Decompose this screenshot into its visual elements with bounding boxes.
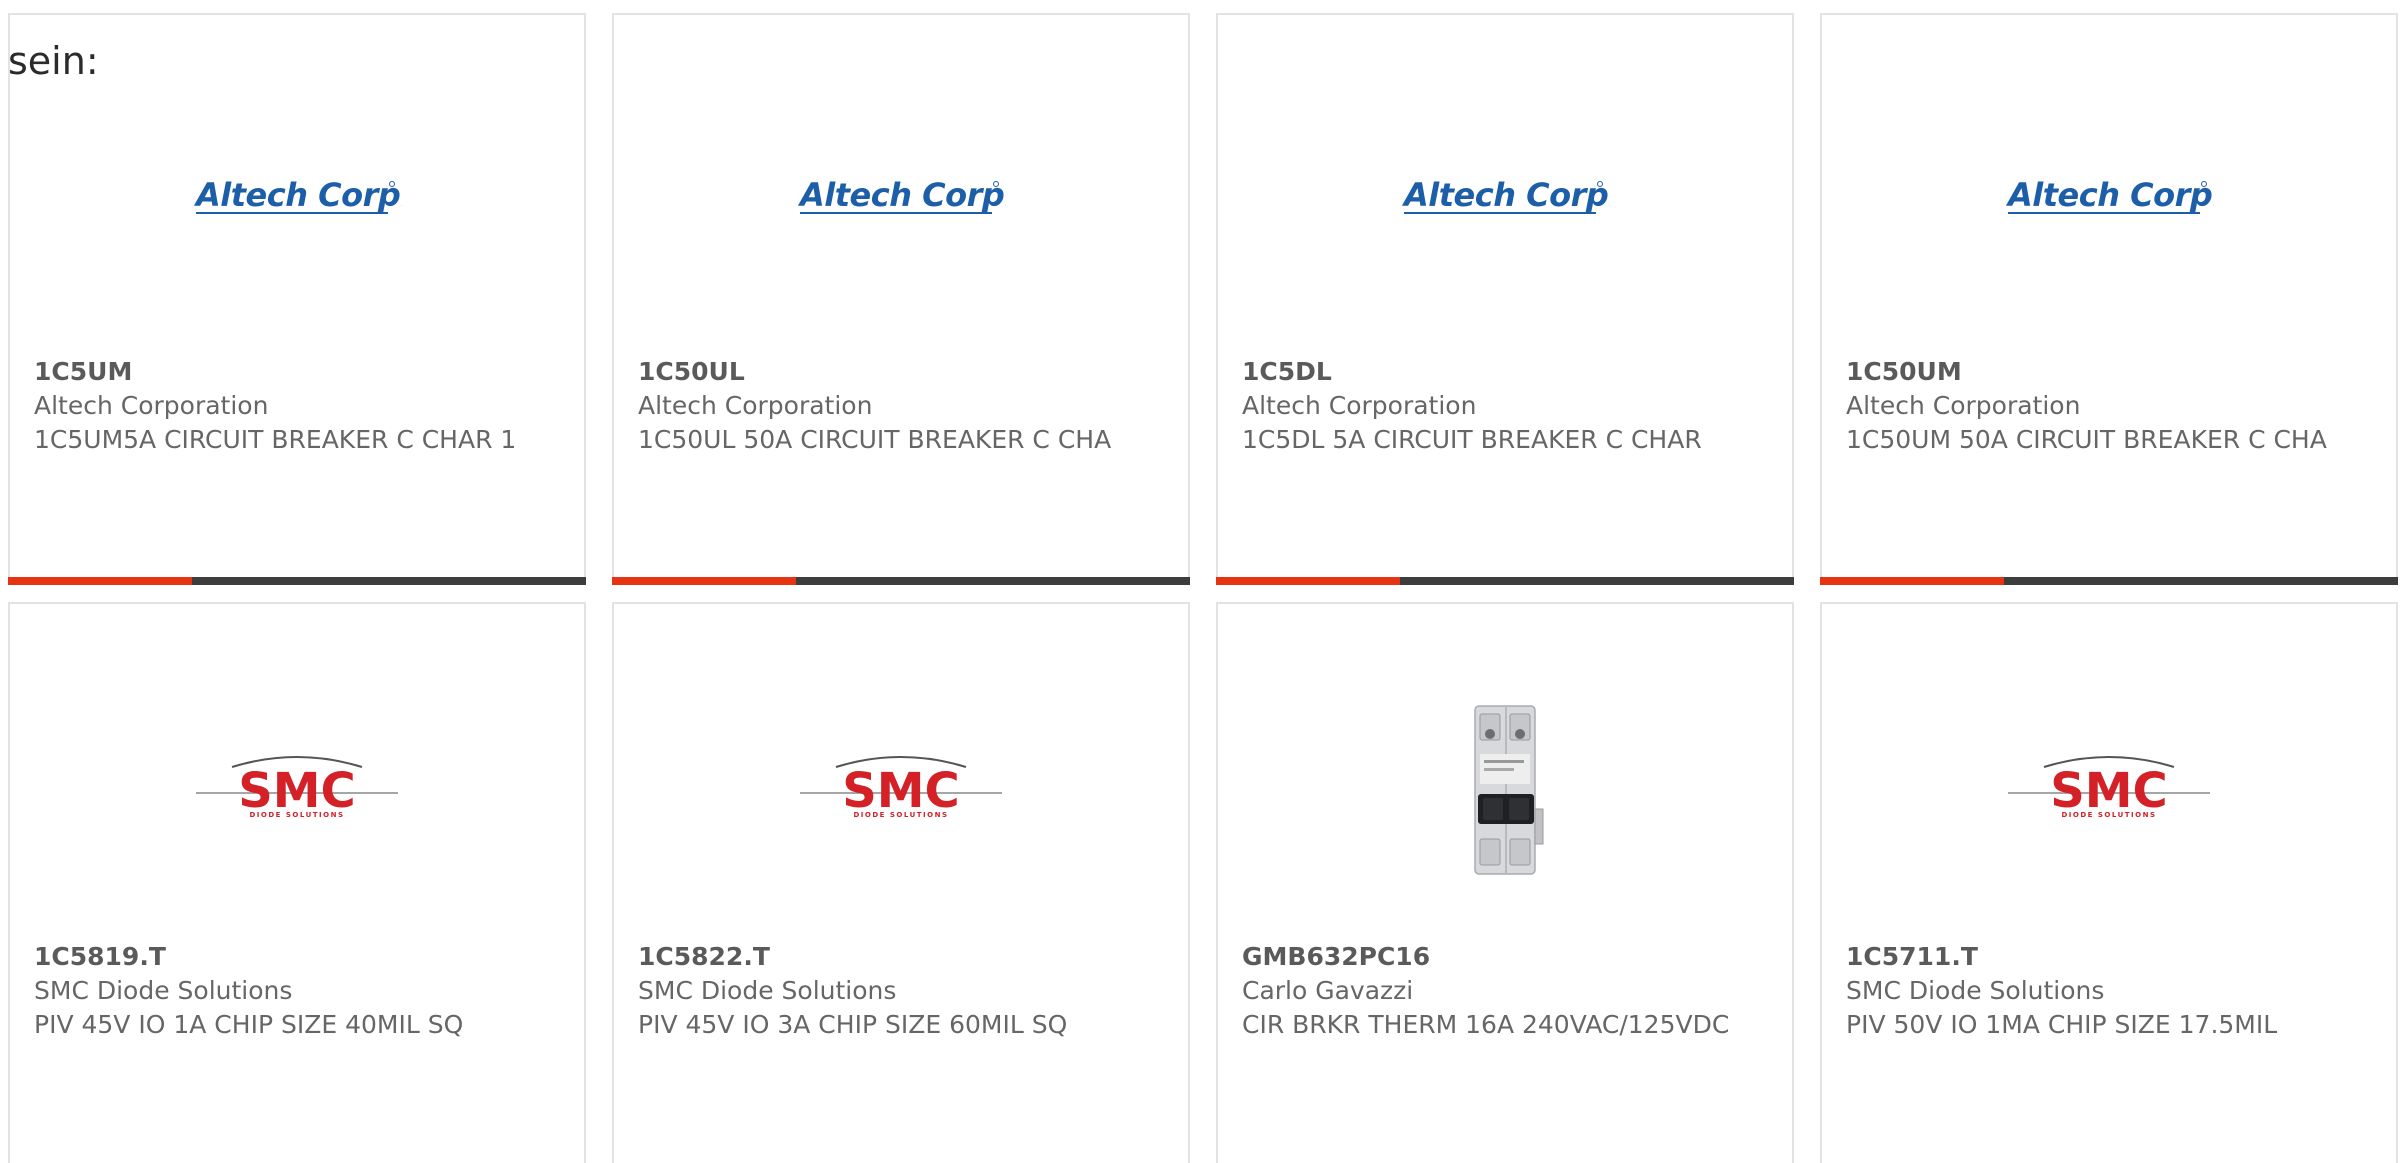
product-info: 1C50UM Altech Corporation 1C50UM 50A CIR… <box>1846 355 2376 457</box>
product-description: 1C50UM 50A CIRCUIT BREAKER C CHA <box>1846 425 2327 454</box>
product-info: 1C50UL Altech Corporation 1C50UL 50A CIR… <box>638 355 1168 457</box>
part-number[interactable]: 1C50UM <box>1846 355 2376 389</box>
part-number[interactable]: 1C5711.T <box>1846 940 2376 974</box>
product-description: PIV 45V IO 1A CHIP SIZE 40MIL SQ <box>34 1010 464 1039</box>
altech-logo: Altech Corp. <box>614 125 1188 265</box>
circuit-breaker-image <box>1474 705 1544 875</box>
part-number[interactable]: 1C50UL <box>638 355 1168 389</box>
manufacturer-name: SMC Diode Solutions <box>638 976 897 1005</box>
smc-logo: SMC DIODE SOLUTIONS <box>614 694 1188 884</box>
altech-logo-image: Altech Corp. <box>193 176 402 214</box>
manufacturer-name: Altech Corporation <box>1242 391 1477 420</box>
product-info: 1C5819.T SMC Diode Solutions PIV 45V IO … <box>34 940 564 1042</box>
product-description: 1C50UL 50A CIRCUIT BREAKER C CHA <box>638 425 1112 454</box>
altech-logo-image: Altech Corp. <box>2005 176 2214 214</box>
product-card[interactable]: SMC DIODE SOLUTIONS 1C5822.T SMC Diode S… <box>612 602 1190 1163</box>
card-accent-bar-highlight <box>8 577 192 585</box>
card-accent-bar <box>1216 577 1794 585</box>
card-accent-bar-highlight <box>1216 577 1400 585</box>
product-description: 1C5DL 5A CIRCUIT BREAKER C CHAR <box>1242 425 1702 454</box>
product-card[interactable]: Altech Corp. 1C5UM Altech Corporation 1C… <box>8 13 586 585</box>
product-info: GMB632PC16 Carlo Gavazzi CIR BRKR THERM … <box>1242 940 1772 1042</box>
intro-text: sein: <box>8 39 99 83</box>
product-description: PIV 50V IO 1MA CHIP SIZE 17.5MIL <box>1846 1010 2278 1039</box>
svg-text:Altech Corp.: Altech Corp. <box>193 176 402 214</box>
product-description: 1C5UM5A CIRCUIT BREAKER C CHAR 1 <box>34 425 517 454</box>
manufacturer-name: SMC Diode Solutions <box>34 976 293 1005</box>
card-accent-bar-highlight <box>1820 577 2004 585</box>
part-number[interactable]: 1C5822.T <box>638 940 1168 974</box>
product-info: 1C5DL Altech Corporation 1C5DL 5A CIRCUI… <box>1242 355 1772 457</box>
altech-logo: Altech Corp. <box>1822 125 2396 265</box>
altech-logo-image: Altech Corp. <box>1401 176 1610 214</box>
circuit-breaker-photo <box>1218 694 1792 884</box>
altech-logo: Altech Corp. <box>1218 125 1792 265</box>
manufacturer-name: Altech Corporation <box>34 391 269 420</box>
svg-text:DIODE SOLUTIONS: DIODE SOLUTIONS <box>249 811 344 819</box>
part-number[interactable]: 1C5819.T <box>34 940 564 974</box>
svg-text:Altech Corp.: Altech Corp. <box>1401 176 1610 214</box>
card-accent-bar <box>8 577 586 585</box>
part-number[interactable]: 1C5UM <box>34 355 564 389</box>
altech-logo: Altech Corp. <box>10 125 584 265</box>
product-description: PIV 45V IO 3A CHIP SIZE 60MIL SQ <box>638 1010 1068 1039</box>
manufacturer-name: Altech Corporation <box>638 391 873 420</box>
product-description: CIR BRKR THERM 16A 240VAC/125VDC <box>1242 1010 1730 1039</box>
svg-text:Altech Corp.: Altech Corp. <box>797 176 1006 214</box>
card-accent-bar-highlight <box>612 577 796 585</box>
product-info: 1C5UM Altech Corporation 1C5UM5A CIRCUIT… <box>34 355 564 457</box>
manufacturer-name: SMC Diode Solutions <box>1846 976 2105 1005</box>
product-info: 1C5822.T SMC Diode Solutions PIV 45V IO … <box>638 940 1168 1042</box>
product-card[interactable]: Altech Corp. 1C5DL Altech Corporation 1C… <box>1216 13 1794 585</box>
manufacturer-name: Altech Corporation <box>1846 391 2081 420</box>
smc-logo-image: SMC DIODE SOLUTIONS <box>800 756 1002 819</box>
product-card[interactable]: Altech Corp. 1C50UM Altech Corporation 1… <box>1820 13 2398 585</box>
smc-logo: SMC DIODE SOLUTIONS <box>10 694 584 884</box>
part-number[interactable]: GMB632PC16 <box>1242 940 1772 974</box>
smc-logo-image: SMC DIODE SOLUTIONS <box>196 756 398 819</box>
product-card[interactable]: SMC DIODE SOLUTIONS 1C5711.T SMC Diode S… <box>1820 602 2398 1163</box>
smc-logo: SMC DIODE SOLUTIONS <box>1822 694 2396 884</box>
manufacturer-name: Carlo Gavazzi <box>1242 976 1414 1005</box>
part-number[interactable]: 1C5DL <box>1242 355 1772 389</box>
product-card[interactable]: Altech Corp. 1C50UL Altech Corporation 1… <box>612 13 1190 585</box>
altech-logo-image: Altech Corp. <box>797 176 1006 214</box>
product-grid-page: sein: Altech Corp. 1C5UM Altech Corporat… <box>0 0 2400 1163</box>
svg-text:Altech Corp.: Altech Corp. <box>2005 176 2214 214</box>
svg-text:DIODE SOLUTIONS: DIODE SOLUTIONS <box>2061 811 2156 819</box>
card-accent-bar <box>612 577 1190 585</box>
svg-text:DIODE SOLUTIONS: DIODE SOLUTIONS <box>853 811 948 819</box>
product-info: 1C5711.T SMC Diode Solutions PIV 50V IO … <box>1846 940 2376 1042</box>
smc-logo-image: SMC DIODE SOLUTIONS <box>2008 756 2210 819</box>
product-card[interactable]: SMC DIODE SOLUTIONS 1C5819.T SMC Diode S… <box>8 602 586 1163</box>
product-card[interactable]: GMB632PC16 Carlo Gavazzi CIR BRKR THERM … <box>1216 602 1794 1163</box>
card-accent-bar <box>1820 577 2398 585</box>
